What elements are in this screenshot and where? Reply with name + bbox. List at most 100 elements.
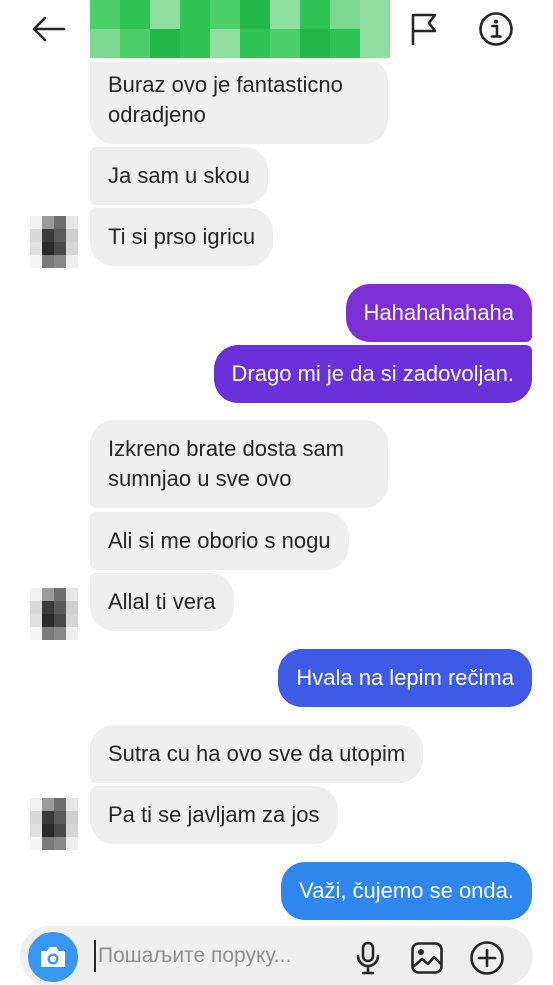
avatar-pixel bbox=[66, 824, 78, 837]
avatar-pixel bbox=[54, 588, 66, 601]
avatar-pixel bbox=[30, 229, 42, 242]
avatar-pixel bbox=[30, 614, 42, 627]
back-button[interactable] bbox=[26, 10, 70, 48]
avatar-pixel bbox=[30, 588, 42, 601]
avatar-pixel bbox=[30, 627, 42, 640]
avatar-pixel bbox=[30, 824, 42, 837]
message-composer bbox=[20, 926, 533, 985]
outgoing-message[interactable]: Drago mi je da si zadovoljan. bbox=[213, 345, 532, 403]
camera-icon bbox=[41, 947, 65, 967]
avatar-pixel bbox=[42, 798, 54, 811]
avatar-pixel bbox=[54, 216, 66, 229]
avatar-pixel bbox=[42, 229, 54, 242]
avatar-pixel bbox=[66, 627, 78, 640]
avatar-pixel bbox=[54, 255, 66, 268]
avatar-pixel bbox=[54, 229, 66, 242]
message-text: Hahahahahaha bbox=[363, 300, 514, 325]
message-input[interactable] bbox=[94, 940, 334, 972]
avatar-pixel bbox=[42, 216, 54, 229]
arrow-left-icon bbox=[32, 16, 66, 42]
avatar-pixel bbox=[66, 811, 78, 824]
incoming-message[interactable]: Ti si prso igricu bbox=[90, 208, 274, 266]
avatar-pixel bbox=[42, 614, 54, 627]
avatar-pixel bbox=[54, 614, 66, 627]
incoming-message[interactable]: Sutra cu ha ovo sve da utopim bbox=[90, 725, 424, 783]
message-text: Pa ti se javljam za jos bbox=[108, 802, 320, 827]
avatar-pixel bbox=[42, 811, 54, 824]
avatar-pixel bbox=[42, 601, 54, 614]
avatar[interactable] bbox=[30, 588, 78, 640]
avatar-pixel bbox=[30, 255, 42, 268]
redaction-block bbox=[270, 29, 300, 58]
incoming-message[interactable]: Allal ti vera bbox=[90, 573, 234, 631]
incoming-message[interactable]: Ja sam u skou bbox=[90, 147, 268, 205]
redaction-block bbox=[240, 0, 270, 29]
redaction-block bbox=[210, 29, 240, 58]
redaction-block bbox=[120, 0, 150, 29]
gallery-button[interactable] bbox=[407, 938, 447, 978]
redaction-block bbox=[180, 0, 210, 29]
outgoing-message[interactable]: Hvala na lepim rečima bbox=[278, 649, 532, 707]
avatar-pixel bbox=[54, 798, 66, 811]
avatar-pixel bbox=[66, 601, 78, 614]
avatar[interactable] bbox=[30, 216, 78, 268]
message-text: Ali si me oborio s nogu bbox=[108, 528, 331, 553]
avatar-pixel bbox=[54, 627, 66, 640]
avatar-pixel bbox=[54, 242, 66, 255]
avatar-pixel bbox=[66, 614, 78, 627]
message-text: Allal ti vera bbox=[108, 589, 216, 614]
info-icon bbox=[479, 12, 513, 46]
image-gallery-icon bbox=[411, 942, 443, 974]
redaction-block bbox=[240, 29, 270, 58]
report-flag-button[interactable] bbox=[402, 8, 446, 50]
add-button[interactable] bbox=[466, 938, 508, 978]
avatar-pixel bbox=[66, 242, 78, 255]
avatar[interactable] bbox=[30, 798, 78, 850]
outgoing-message[interactable]: Važi, čujemo se onda. bbox=[281, 862, 532, 920]
microphone-icon bbox=[356, 941, 380, 975]
avatar-pixel bbox=[42, 242, 54, 255]
avatar-pixel bbox=[42, 588, 54, 601]
info-button[interactable] bbox=[474, 8, 518, 50]
message-text: Drago mi je da si zadovoljan. bbox=[231, 361, 514, 386]
redaction-block bbox=[330, 0, 360, 29]
camera-button[interactable] bbox=[28, 932, 78, 982]
plus-circle-icon bbox=[470, 941, 504, 975]
redaction-block bbox=[360, 29, 390, 58]
outgoing-message[interactable]: Hahahahahaha bbox=[345, 284, 532, 342]
redaction-block bbox=[90, 29, 120, 58]
incoming-message[interactable]: Pa ti se javljam za jos bbox=[90, 786, 338, 844]
message-text: Hvala na lepim rečima bbox=[296, 665, 514, 690]
redacted-username[interactable] bbox=[90, 0, 390, 58]
avatar-pixel bbox=[42, 824, 54, 837]
chat-header bbox=[0, 0, 553, 62]
avatar-pixel bbox=[30, 242, 42, 255]
avatar-pixel bbox=[30, 798, 42, 811]
redaction-block bbox=[270, 0, 300, 29]
incoming-message[interactable]: Buraz ovo je fantasticno odradjeno bbox=[90, 58, 388, 144]
redaction-block bbox=[360, 0, 390, 29]
avatar-pixel bbox=[54, 811, 66, 824]
incoming-message[interactable]: Izkreno brate dosta sam sumnjao u sve ov… bbox=[90, 420, 388, 508]
voice-message-button[interactable] bbox=[348, 938, 388, 978]
avatar-pixel bbox=[54, 837, 66, 850]
redaction-block bbox=[210, 0, 240, 29]
avatar-pixel bbox=[30, 811, 42, 824]
message-text: Buraz ovo je fantasticno odradjeno bbox=[108, 72, 343, 127]
redaction-block bbox=[180, 29, 210, 58]
avatar-pixel bbox=[66, 798, 78, 811]
redaction-block bbox=[150, 0, 180, 29]
incoming-message[interactable]: Ali si me oborio s nogu bbox=[90, 512, 349, 570]
avatar-pixel bbox=[66, 216, 78, 229]
redaction-block bbox=[300, 29, 330, 58]
redaction-block bbox=[90, 0, 120, 29]
avatar-pixel bbox=[42, 255, 54, 268]
message-text: Sutra cu ha ovo sve da utopim bbox=[108, 741, 406, 766]
message-text: Ti si prso igricu bbox=[108, 224, 256, 249]
avatar-pixel bbox=[54, 601, 66, 614]
redaction-block bbox=[330, 29, 360, 58]
message-text: Izkreno brate dosta sam sumnjao u sve ov… bbox=[108, 436, 345, 491]
avatar-pixel bbox=[30, 837, 42, 850]
avatar-pixel bbox=[42, 627, 54, 640]
avatar-pixel bbox=[66, 255, 78, 268]
